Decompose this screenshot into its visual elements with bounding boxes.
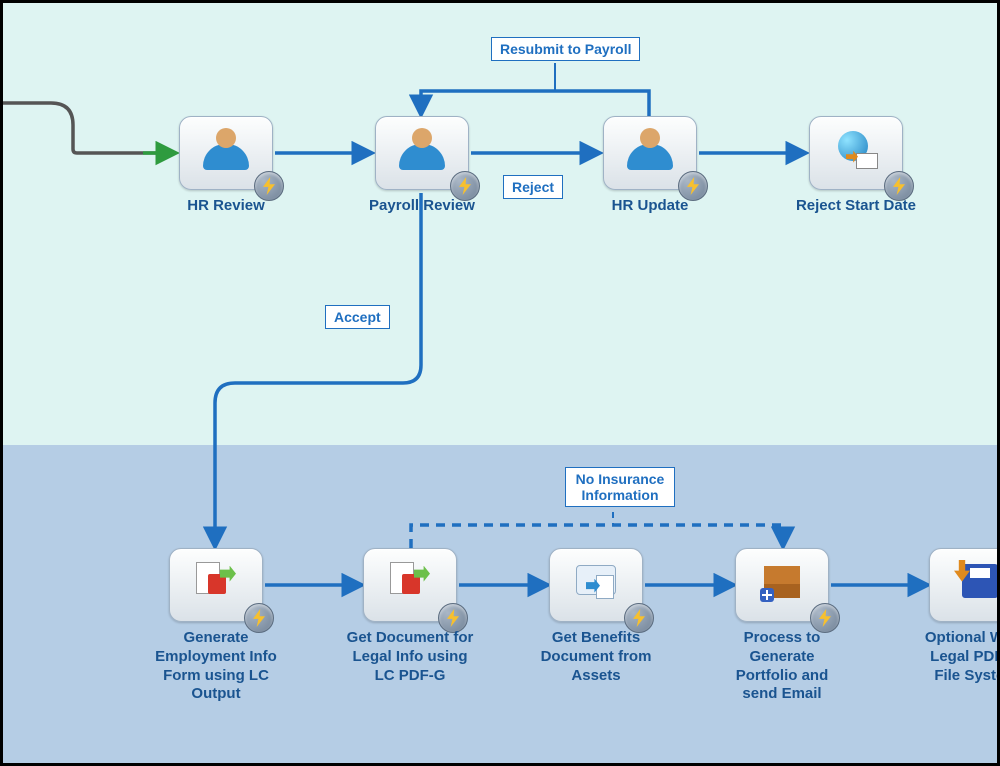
label-write-pdf: Optional Write Legal PDF to File System (916, 629, 1000, 685)
lane-review (3, 3, 997, 445)
label-get-legal-doc: Get Document for Legal Info using LC PDF… (345, 629, 475, 685)
node-get-benefits[interactable]: Get Benefits Document from Assets (549, 548, 643, 622)
document-pdf-icon (388, 560, 432, 602)
label-reject-start-date: Reject Start Date (791, 197, 921, 216)
label-hr-update: HR Update (585, 197, 715, 216)
package-generate-icon (760, 560, 804, 602)
node-payroll-review[interactable]: Payroll Review (375, 116, 469, 190)
document-generate-icon (194, 560, 238, 602)
label-payroll-review: Payroll Review (357, 197, 487, 216)
node-reject-start-date[interactable]: Reject Start Date (809, 116, 903, 190)
node-get-legal-doc[interactable]: Get Document for Legal Info using LC PDF… (363, 548, 457, 622)
label-get-benefits: Get Benefits Document from Assets (531, 629, 661, 685)
lane-process (3, 445, 997, 765)
label-generate-employment: Generate Employment Info Form using LC O… (151, 629, 281, 704)
node-write-pdf[interactable]: Optional Write Legal PDF to File System (929, 548, 1000, 622)
node-process-email[interactable]: Process to Generate Portfolio and send E… (735, 548, 829, 622)
user-icon (399, 128, 445, 170)
edge-label-no-insurance: No Insurance Information (565, 467, 675, 507)
user-icon (203, 128, 249, 170)
label-hr-review: HR Review (161, 197, 291, 216)
edge-label-accept: Accept (325, 305, 390, 329)
save-disk-icon (954, 560, 998, 602)
globe-envelope-icon (834, 129, 878, 169)
label-process-email: Process to Generate Portfolio and send E… (717, 629, 847, 704)
user-icon (627, 128, 673, 170)
folder-asset-icon (574, 561, 618, 601)
edge-label-resubmit: Resubmit to Payroll (491, 37, 640, 61)
edge-label-reject: Reject (503, 175, 563, 199)
node-generate-employment[interactable]: Generate Employment Info Form using LC O… (169, 548, 263, 622)
workflow-canvas: HR Review Payroll Review HR Update Rejec… (0, 0, 1000, 766)
node-hr-update[interactable]: HR Update (603, 116, 697, 190)
node-hr-review[interactable]: HR Review (179, 116, 273, 190)
